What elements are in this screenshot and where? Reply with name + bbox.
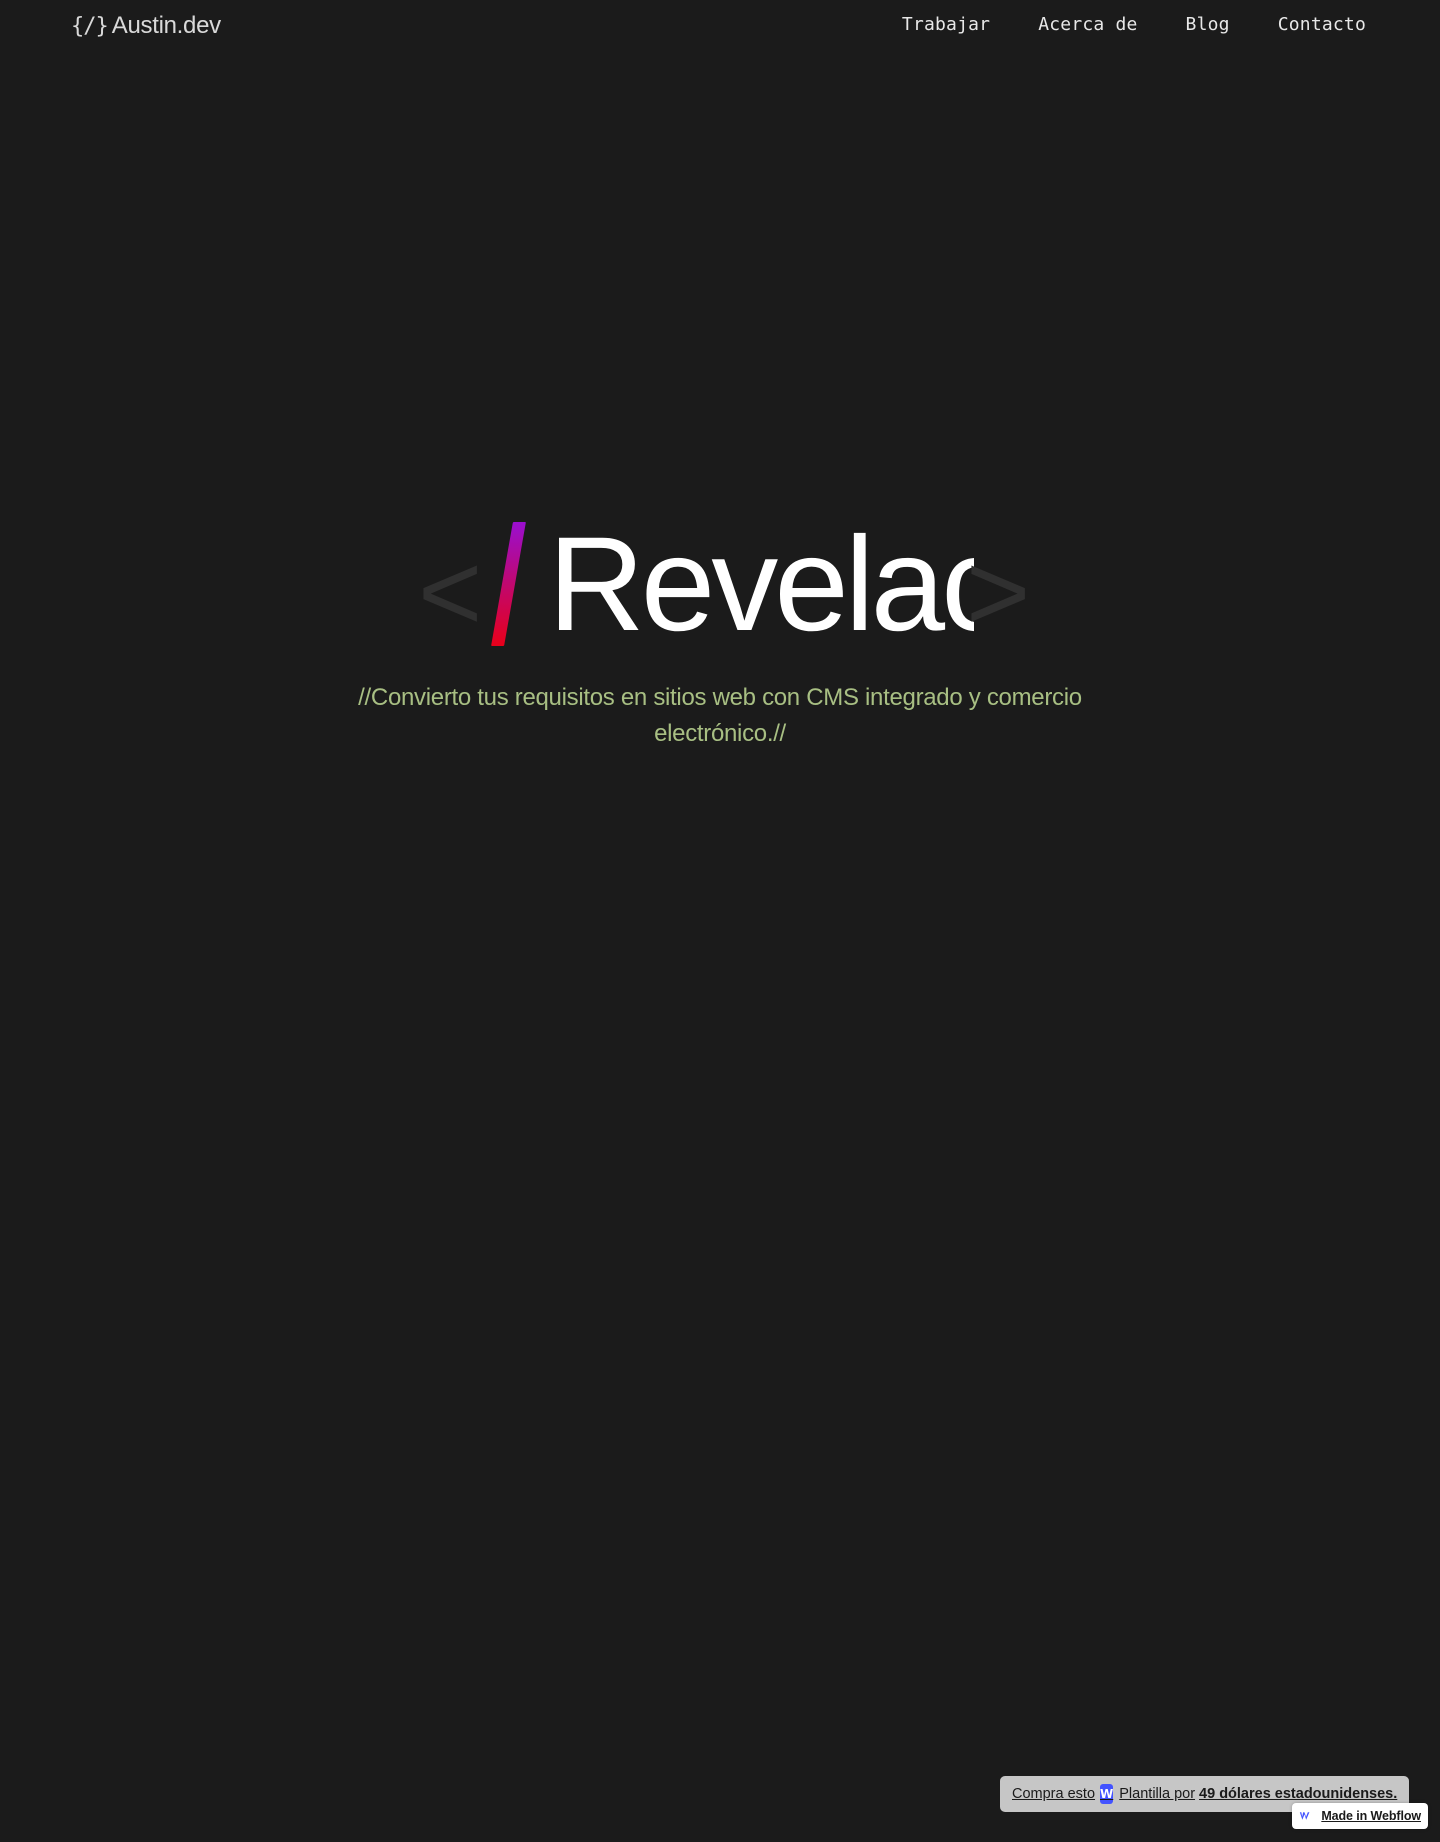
- buy-badge-prefix: Compra esto: [1012, 1786, 1096, 1802]
- main-nav: Trabajar Acerca de Blog Contacto: [902, 14, 1366, 35]
- webflow-badge-label: Made in Webflow: [1321, 1809, 1421, 1823]
- gradient-slash-icon: [491, 522, 526, 646]
- hero-title: Revelac: [548, 510, 974, 659]
- webflow-w-icon: [1299, 1812, 1310, 1820]
- logo-text: Austin.dev: [111, 12, 221, 39]
- hero-subtitle-line-1: //Convierto tus requisitos en sitios web…: [358, 684, 1082, 711]
- nav-item-trabajar[interactable]: Trabajar: [902, 14, 990, 35]
- code-braces-icon: {/}: [71, 14, 109, 39]
- site-header: {/} Austin.dev Trabajar Acerca de Blog C…: [0, 0, 1440, 54]
- nav-item-acerca-de[interactable]: Acerca de: [1038, 14, 1137, 35]
- logo-link[interactable]: {/} Austin.dev: [71, 12, 221, 40]
- made-in-webflow-badge[interactable]: Made in Webflow: [1292, 1803, 1428, 1829]
- close-bracket-icon: >: [966, 531, 1031, 654]
- hero-subtitle-line-2: electrónico.//: [654, 720, 786, 747]
- buy-badge-middle: Plantilla por: [1119, 1786, 1196, 1802]
- nav-item-contacto[interactable]: Contacto: [1278, 14, 1366, 35]
- webflow-logo-icon: W: [1100, 1784, 1114, 1804]
- buy-badge-price: 49 dólares estadounidenses.: [1199, 1786, 1398, 1802]
- nav-item-blog[interactable]: Blog: [1186, 14, 1230, 35]
- hero-subtitle: //Convierto tus requisitos en sitios web…: [320, 680, 1120, 752]
- open-bracket-icon: <: [418, 531, 483, 654]
